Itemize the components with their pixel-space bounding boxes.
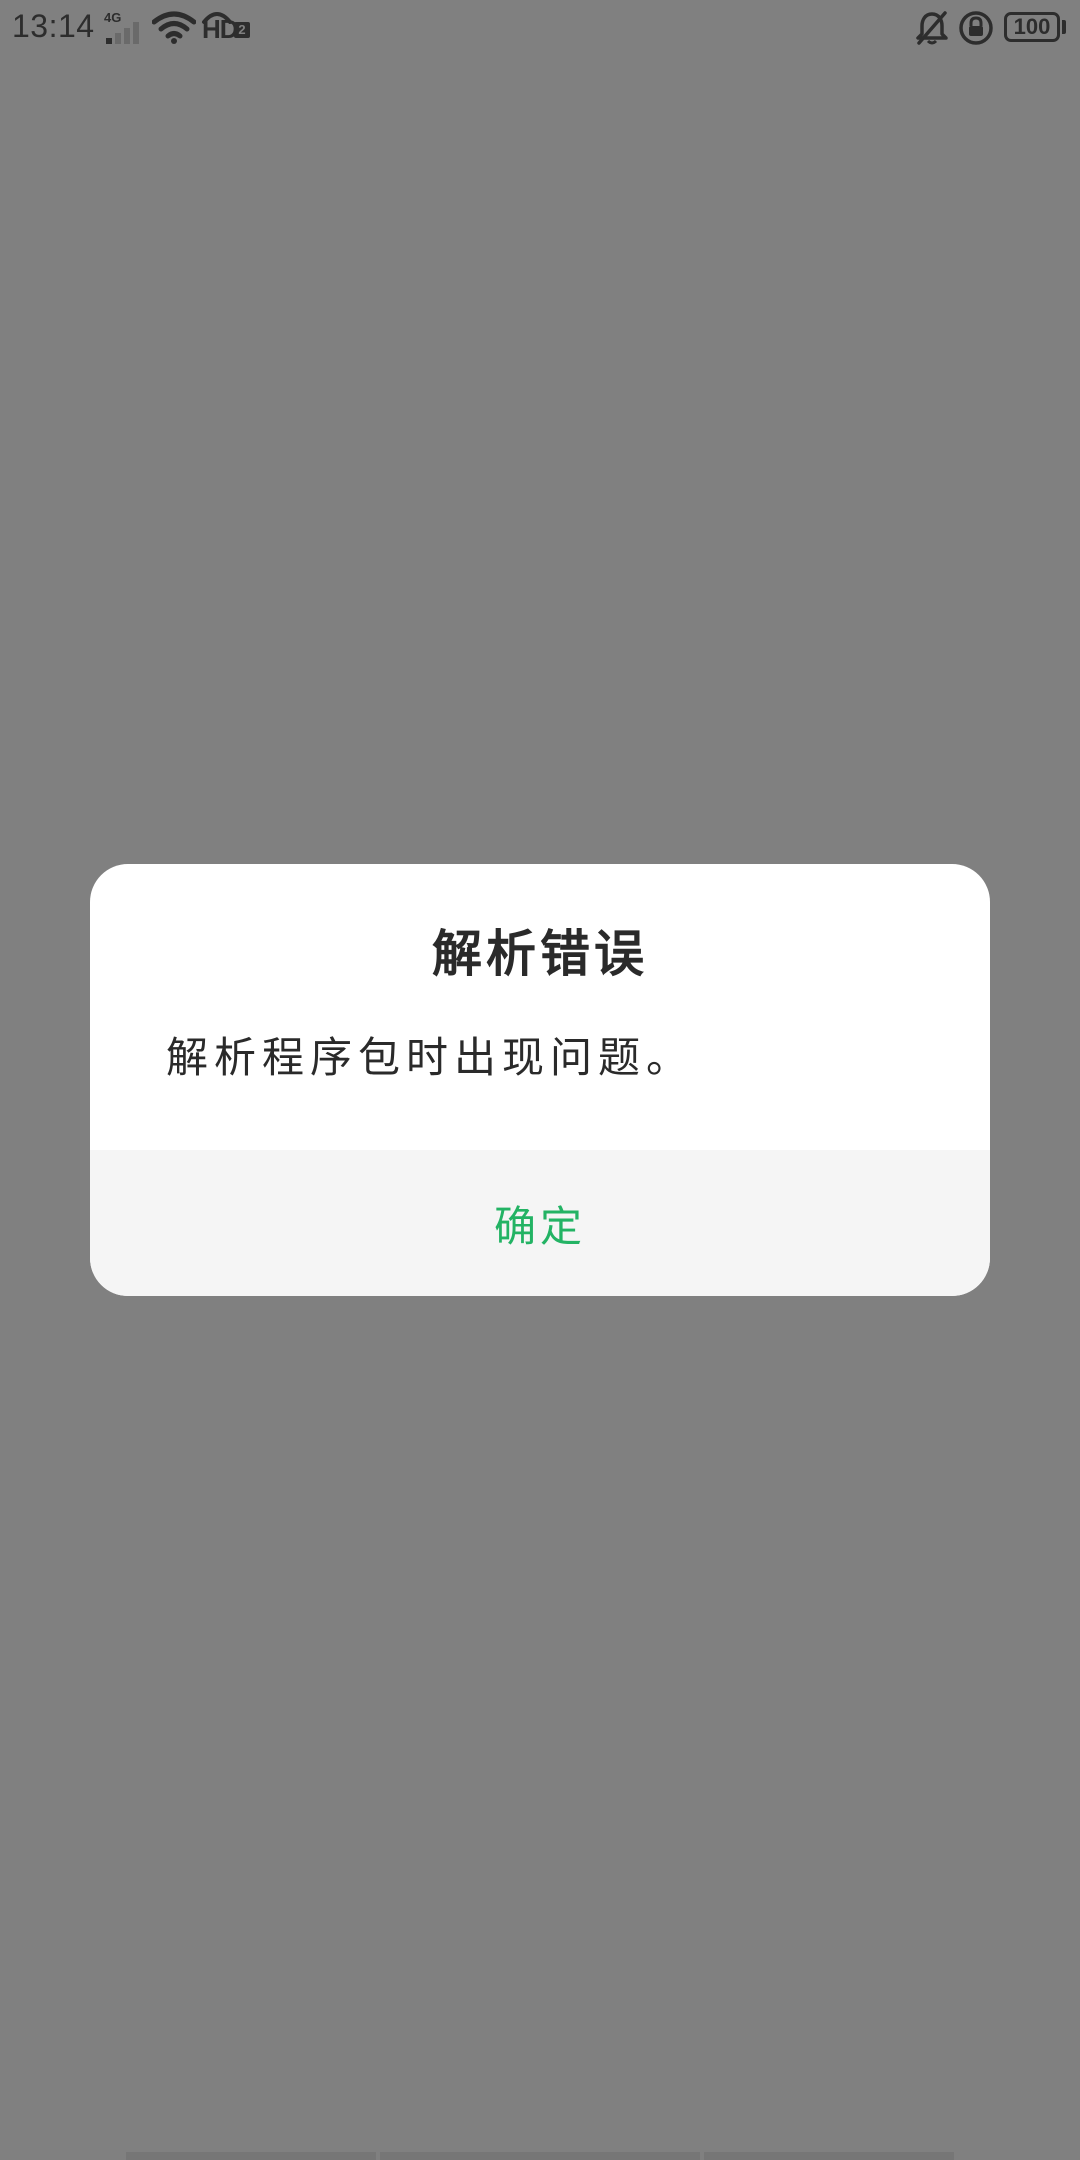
hd-sub-label: 2 [234,22,250,38]
battery-tip [1062,20,1066,34]
nav-hint-strip-right [704,2152,954,2160]
status-bar: 13:14 4G HD 2 100 [0,0,1080,56]
parse-error-dialog: 解析错误 解析程序包时出现问题。 确定 [90,864,990,1296]
wifi-icon [152,11,196,44]
status-time: 13:14 [12,8,95,44]
nav-hint-strip-middle [380,2152,700,2160]
confirm-button[interactable]: 确定 [90,1150,990,1296]
rotation-lock-icon [959,11,993,45]
dialog-footer: 确定 [90,1150,990,1296]
bell-off-icon [916,11,948,45]
hd-label: HD [202,14,239,44]
nav-hint-strip-left [126,2152,376,2160]
dialog-message: 解析程序包时出现问题。 [166,1033,695,1082]
signal-icon [106,22,139,44]
battery-icon: 100 [1004,12,1060,42]
dialog-title: 解析错误 [432,924,648,983]
